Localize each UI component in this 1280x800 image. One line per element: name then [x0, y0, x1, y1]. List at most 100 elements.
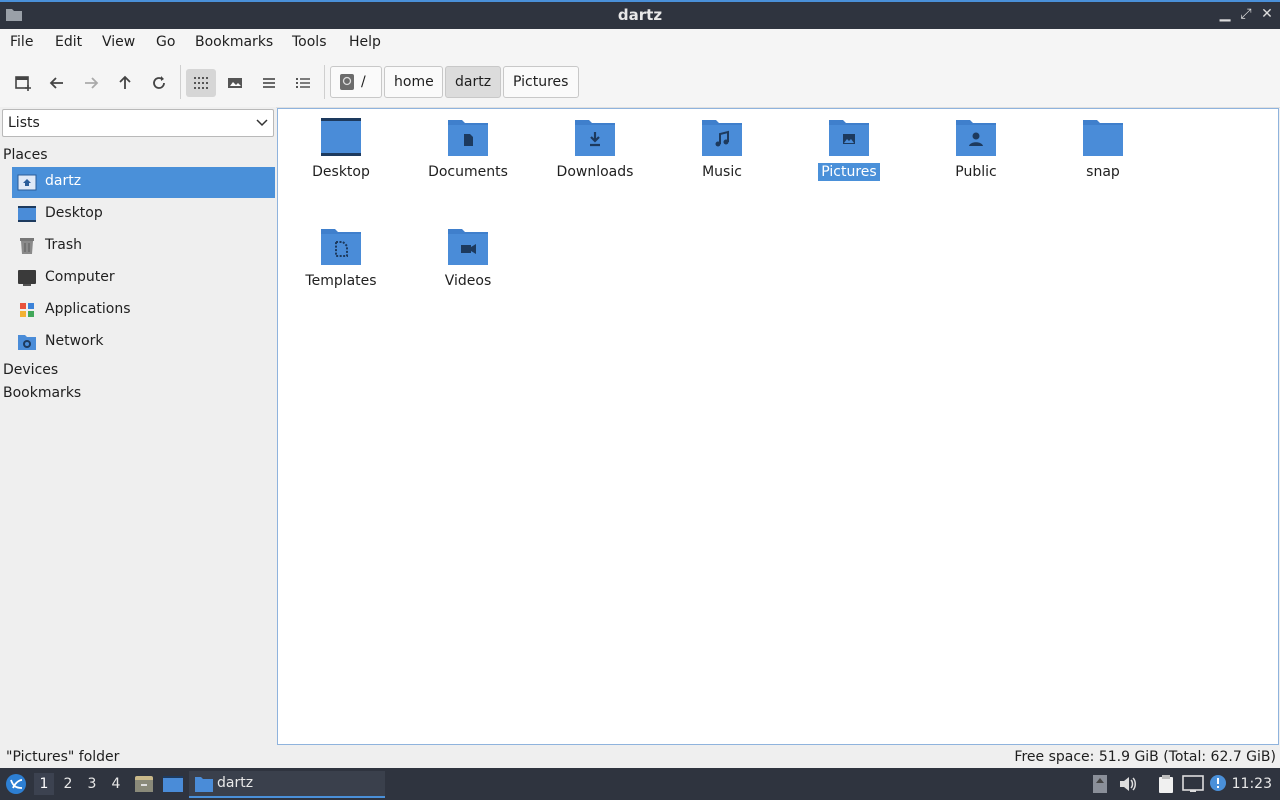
menu-view[interactable]: View — [102, 34, 135, 50]
file-item-desktop[interactable]: Desktop — [281, 117, 401, 181]
compact-view-button[interactable] — [254, 69, 284, 97]
breadcrumb-dartz[interactable]: dartz — [445, 66, 501, 98]
up-button[interactable] — [110, 69, 140, 97]
reload-icon — [153, 76, 165, 89]
file-item-label: Public — [955, 164, 997, 180]
network-status-icon[interactable] — [1182, 775, 1204, 793]
sidebar-mode-select[interactable]: Lists — [2, 109, 274, 137]
file-item-label: Downloads — [556, 164, 634, 180]
toolbar-separator — [324, 65, 325, 99]
folder-icon — [1083, 120, 1123, 156]
file-item-label: Templates — [305, 273, 377, 289]
workspace-1[interactable]: 1 — [34, 773, 54, 795]
status-free-space: Free space: 51.9 GiB (Total: 62.7 GiB) — [1014, 749, 1276, 765]
public-folder-icon — [956, 120, 996, 156]
menu-bookmarks[interactable]: Bookmarks — [195, 34, 273, 50]
start-menu-icon[interactable] — [5, 773, 27, 795]
breadcrumb-label: home — [394, 74, 434, 90]
file-item-downloads[interactable]: Downloads — [535, 117, 655, 181]
folder-icon — [195, 777, 213, 792]
clock[interactable]: 11:23 — [1232, 776, 1272, 792]
file-item-label: Desktop — [312, 164, 370, 180]
breadcrumb-home[interactable]: home — [384, 66, 443, 98]
devices-section-header[interactable]: Devices — [3, 362, 58, 378]
thumbnail-view-button[interactable] — [220, 69, 250, 97]
menu-edit[interactable]: Edit — [55, 34, 82, 50]
taskbar-window-label: dartz — [217, 775, 254, 791]
file-item-label: snap — [1086, 164, 1120, 180]
toolbar-separator — [180, 65, 181, 99]
arrow-right-icon — [85, 77, 99, 89]
reload-button[interactable] — [144, 69, 174, 97]
sidebar-item-desktop[interactable]: Desktop — [12, 199, 275, 230]
menu-go[interactable]: Go — [156, 34, 175, 50]
file-item-templates[interactable]: Templates — [281, 226, 401, 290]
image-view-icon — [228, 78, 242, 88]
window-title: dartz — [617, 6, 663, 24]
breadcrumb-root-label: / — [361, 74, 366, 90]
forward-button[interactable] — [76, 69, 106, 97]
breadcrumb-pictures[interactable]: Pictures — [503, 66, 579, 98]
taskbar-window-dartz[interactable]: dartz — [189, 771, 385, 798]
file-view[interactable]: Desktop Documents Downloads Music Pictur… — [277, 108, 1279, 745]
sidebar-item-trash[interactable]: Trash — [12, 231, 275, 262]
sidebar-item-applications[interactable]: Applications — [12, 295, 275, 326]
title-bar: dartz ▁ ⤢ ✕ — [0, 0, 1280, 29]
grid-view-icon — [194, 77, 208, 89]
notification-icon[interactable] — [1208, 773, 1228, 793]
status-selection: "Pictures" folder — [6, 749, 120, 765]
clipboard-icon[interactable] — [1156, 774, 1176, 794]
workspace-4[interactable]: 4 — [106, 776, 126, 792]
maximize-button[interactable]: ⤢ — [1237, 6, 1255, 22]
file-item-label: Pictures — [818, 163, 880, 181]
file-item-label: Videos — [444, 273, 492, 289]
breadcrumb-root[interactable]: / — [330, 66, 382, 98]
file-item-label: Music — [702, 164, 742, 180]
workspace-2[interactable]: 2 — [58, 776, 78, 792]
detailed-view-button[interactable] — [288, 69, 318, 97]
sidebar-item-network[interactable]: Network — [12, 327, 275, 358]
icon-view-button[interactable] — [186, 69, 216, 97]
close-button[interactable]: ✕ — [1258, 6, 1276, 22]
breadcrumb-label: Pictures — [513, 74, 569, 90]
storage-indicator-icon[interactable] — [1092, 774, 1108, 794]
volume-icon[interactable] — [1118, 775, 1138, 793]
workspace-3[interactable]: 3 — [82, 776, 102, 792]
new-tab-button[interactable] — [8, 69, 38, 97]
status-bar: "Pictures" folder Free space: 51.9 GiB (… — [0, 747, 1280, 768]
sidebar-mode-value: Lists — [8, 115, 40, 131]
sidebar-item-dartz[interactable]: dartz — [12, 167, 275, 198]
sidebar-item-label: dartz — [45, 173, 82, 189]
drive-icon — [340, 74, 354, 90]
bookmarks-section-header[interactable]: Bookmarks — [3, 385, 81, 401]
applications-icon — [20, 303, 34, 317]
menu-help[interactable]: Help — [349, 34, 381, 50]
file-item-documents[interactable]: Documents — [408, 117, 528, 181]
desktop-icon — [18, 206, 36, 222]
file-item-label: Documents — [428, 164, 508, 180]
desktop-folder-icon — [321, 118, 361, 156]
chevron-down-icon — [256, 119, 268, 127]
menu-bar: File Edit View Go Bookmarks Tools Help — [0, 29, 1280, 57]
sidebar-item-label: Computer — [45, 269, 115, 285]
sidebar-item-computer[interactable]: Computer — [12, 263, 275, 294]
videos-folder-icon — [448, 229, 488, 265]
file-item-music[interactable]: Music — [662, 117, 782, 181]
menu-file[interactable]: File — [10, 34, 33, 50]
file-manager-launcher-icon[interactable] — [134, 775, 154, 793]
documents-folder-icon — [448, 120, 488, 156]
file-item-pictures[interactable]: Pictures — [789, 117, 909, 181]
places-section-header[interactable]: Places — [3, 147, 48, 163]
templates-folder-icon — [321, 229, 361, 265]
arrow-left-icon — [49, 77, 63, 89]
computer-icon — [18, 270, 36, 286]
file-item-snap[interactable]: snap — [1043, 117, 1163, 181]
desktop-launcher-icon[interactable] — [162, 775, 184, 793]
toolbar: / home dartz Pictures — [0, 57, 1280, 108]
minimize-button[interactable]: ▁ — [1216, 6, 1234, 22]
back-button[interactable] — [42, 69, 72, 97]
pictures-folder-icon — [829, 120, 869, 156]
file-item-videos[interactable]: Videos — [408, 226, 528, 290]
file-item-public[interactable]: Public — [916, 117, 1036, 181]
menu-tools[interactable]: Tools — [292, 34, 327, 50]
